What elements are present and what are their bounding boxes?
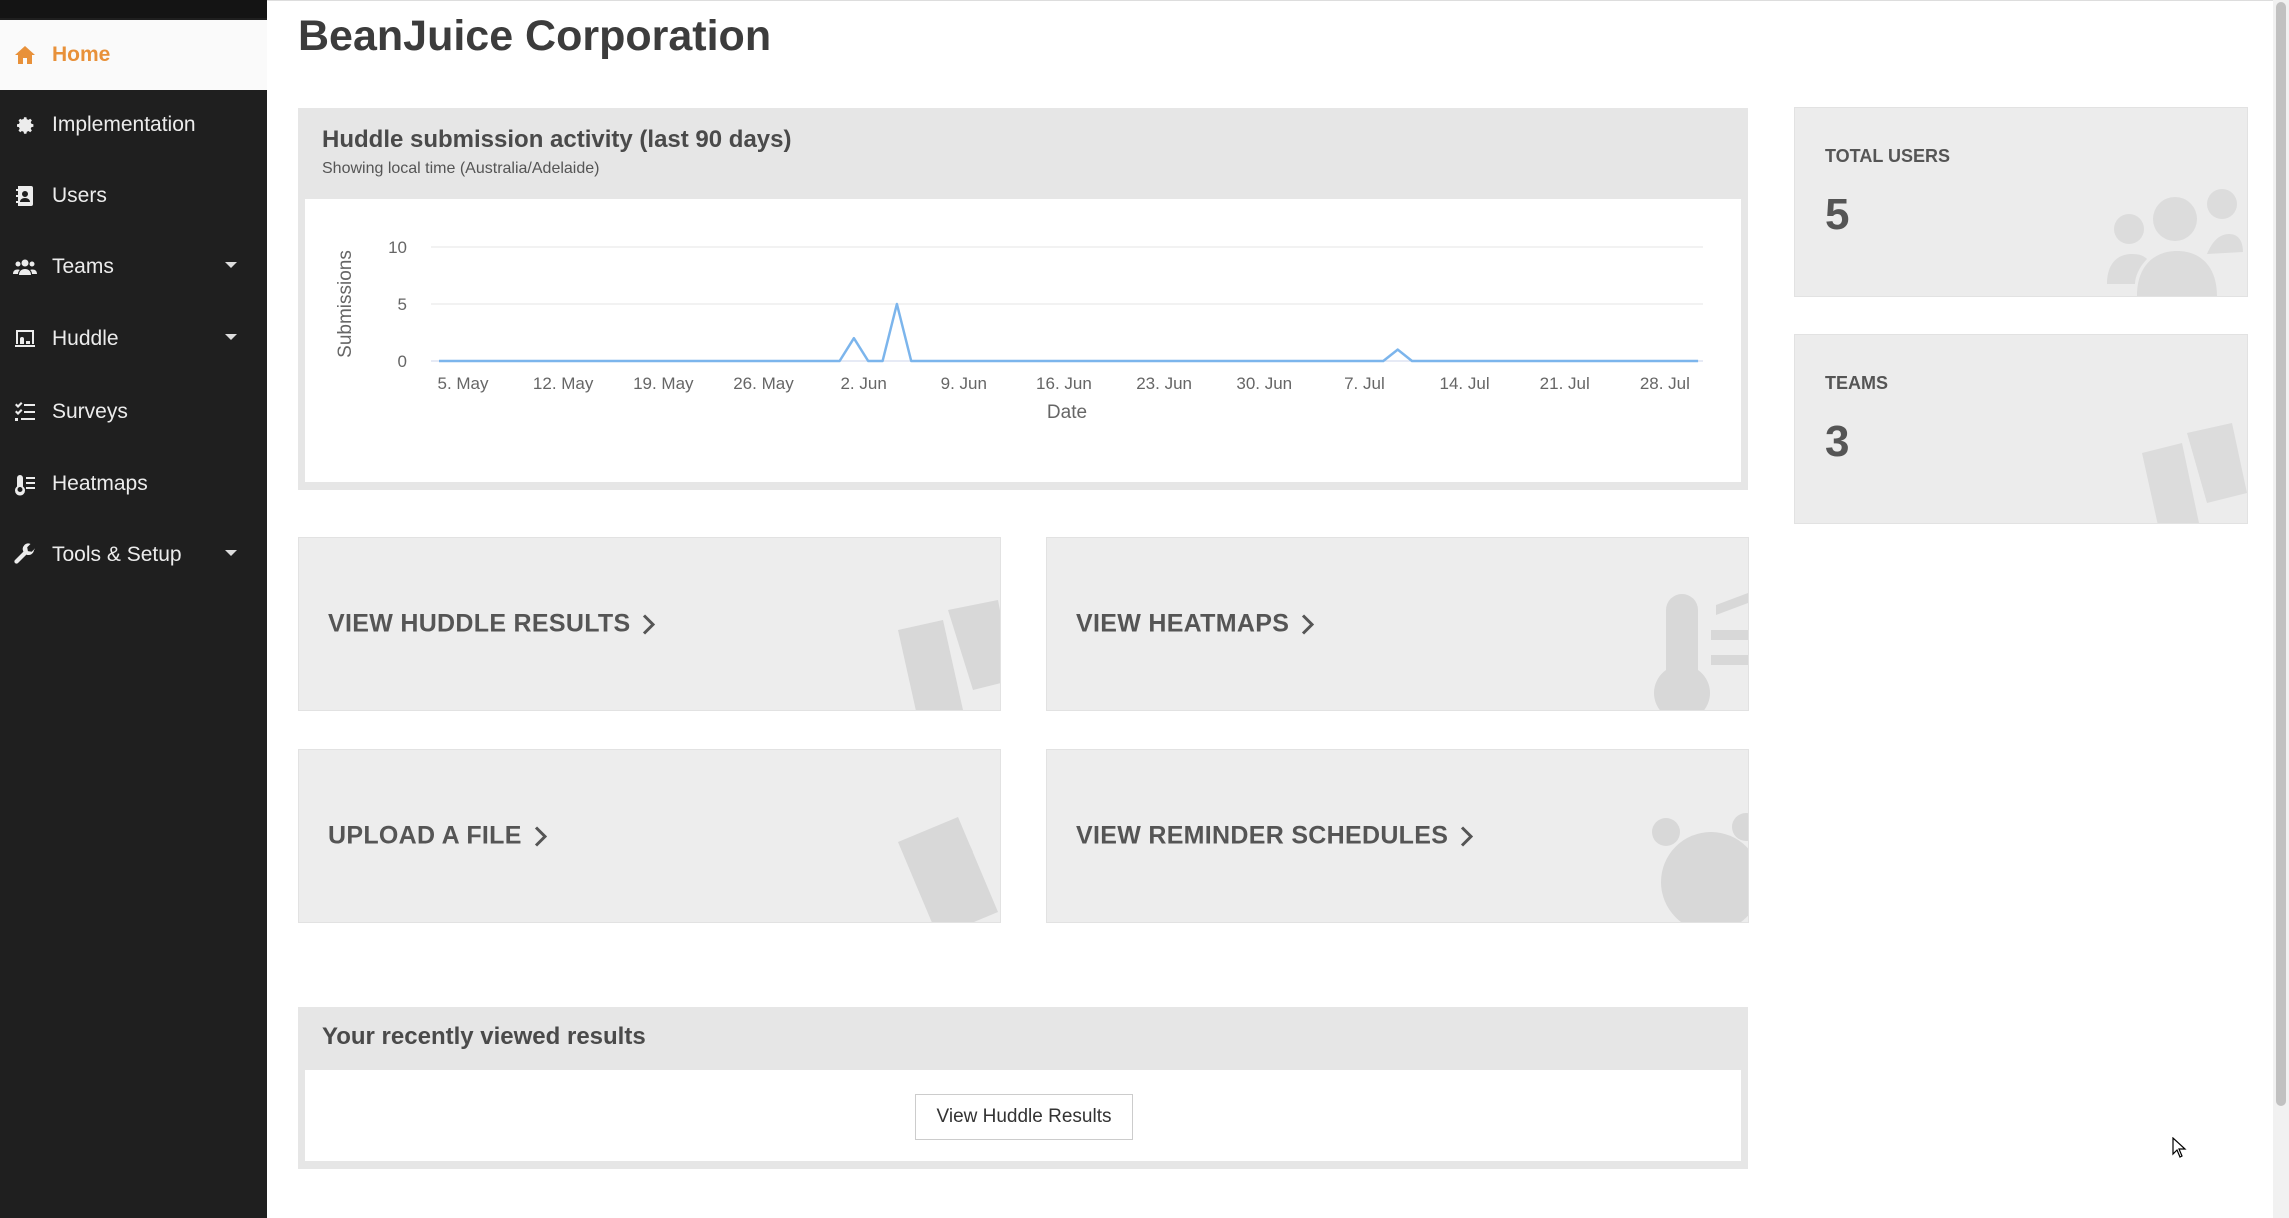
caret-down-icon: [225, 262, 237, 268]
file-icon: [898, 817, 998, 922]
sidebar-item-heatmaps[interactable]: Heatmaps: [0, 449, 267, 519]
chalkboard-icon: [12, 326, 38, 352]
chart-x-tick-label: 26. May: [733, 374, 794, 393]
chevron-right-icon: [534, 825, 547, 847]
top-border: [267, 0, 2289, 1]
sidebar-item-label: Tools & Setup: [52, 543, 182, 566]
mouse-cursor-icon: [2172, 1137, 2187, 1158]
sidebar-item-teams[interactable]: Teams: [0, 232, 267, 302]
total-users-card: TOTAL USERS 5: [1794, 107, 2248, 297]
recent-results-panel: Your recently viewed results View Huddle…: [298, 1007, 1748, 1169]
sidebar-item-label: Huddle: [52, 327, 119, 350]
activity-chart-container: 0 5 10 5. May 12. May 19. May 26. May 2. Jun 9. …: [305, 199, 1741, 482]
gear-icon: [12, 112, 38, 138]
teams-value: 3: [1825, 417, 1850, 466]
activity-panel-subtitle: Showing local time (Australia/Adelaide): [322, 160, 600, 177]
users-icon: [12, 254, 38, 280]
view-huddle-results-button[interactable]: View Huddle Results: [915, 1094, 1133, 1140]
chart-x-tick-label: 30. Jun: [1236, 374, 1292, 393]
activity-chart: 0 5 10 5. May 12. May 19. May 26. May 2. Jun 9. …: [335, 238, 1703, 423]
chart-x-tick-label: 19. May: [633, 374, 694, 393]
chart-x-tick-label: 28. Jul: [1640, 374, 1690, 393]
thermometer-icon: [1654, 593, 1748, 710]
scrollbar[interactable]: [2273, 0, 2289, 1218]
sidebar: Home Implementation Users Teams Huddle S…: [0, 0, 267, 1218]
chart-y-tick-label: 5: [398, 295, 407, 314]
chart-x-tick-label: 2. Jun: [840, 374, 886, 393]
activity-panel: Huddle submission activity (last 90 days…: [298, 108, 1748, 490]
view-reminder-schedules-label: VIEW REMINDER SCHEDULES: [1076, 821, 1449, 850]
scrollbar-thumb[interactable]: [2276, 2, 2286, 1106]
page-title: BeanJuice Corporation: [298, 12, 772, 60]
recent-results-title: Your recently viewed results: [322, 1023, 646, 1050]
total-users-label: TOTAL USERS: [1825, 146, 1951, 166]
chart-x-tick-label: 9. Jun: [941, 374, 987, 393]
address-book-icon: [12, 183, 38, 209]
recent-results-body: View Huddle Results: [305, 1070, 1741, 1161]
wrench-icon: [12, 542, 38, 568]
chart-x-tick-label: 5. May: [437, 374, 489, 393]
chart-x-tick-label: 16. Jun: [1036, 374, 1092, 393]
sidebar-item-tools-setup[interactable]: Tools & Setup: [0, 520, 267, 590]
view-huddle-results-label: VIEW HUDDLE RESULTS: [328, 609, 631, 638]
sidebar-item-home[interactable]: Home: [0, 20, 267, 90]
chart-x-tick-label: 7. Jul: [1344, 374, 1385, 393]
home-icon: [12, 42, 38, 68]
chart-y-axis-title: Submissions: [335, 250, 356, 358]
sidebar-item-label: Heatmaps: [52, 472, 148, 495]
sidebar-item-label: Implementation: [52, 113, 196, 136]
caret-down-icon: [225, 334, 237, 340]
sidebar-item-label: Teams: [52, 255, 114, 278]
chart-y-tick-label: 10: [388, 238, 407, 257]
chevron-right-icon: [1302, 613, 1315, 635]
list-check-icon: [12, 399, 38, 425]
upload-file-card[interactable]: UPLOAD A FILE: [298, 749, 1001, 923]
total-users-value: 5: [1825, 190, 1850, 239]
activity-panel-title: Huddle submission activity (last 90 days…: [322, 126, 792, 153]
upload-file-label: UPLOAD A FILE: [328, 821, 522, 850]
view-heatmaps-card[interactable]: VIEW HEATMAPS: [1046, 537, 1749, 711]
users-icon: [2107, 189, 2243, 296]
alarm-clock-icon: [1652, 813, 1748, 922]
caret-down-icon: [225, 550, 237, 556]
sidebar-item-users[interactable]: Users: [0, 161, 267, 231]
view-reminder-schedules-card[interactable]: VIEW REMINDER SCHEDULES: [1046, 749, 1749, 923]
sidebar-item-huddle[interactable]: Huddle: [0, 304, 267, 374]
sidebar-item-label: Users: [52, 184, 107, 207]
chart-x-tick-label: 14. Jul: [1440, 374, 1490, 393]
thermometer-icon: [12, 471, 38, 497]
chart-y-tick-label: 0: [398, 352, 407, 371]
chart-series-line: [439, 302, 1699, 363]
view-heatmaps-label: VIEW HEATMAPS: [1076, 609, 1290, 638]
sidebar-item-surveys[interactable]: Surveys: [0, 377, 267, 447]
chart-x-tick-label: 23. Jun: [1136, 374, 1192, 393]
chart-x-tick-label: 12. May: [533, 374, 594, 393]
sidebar-item-implementation[interactable]: Implementation: [0, 90, 267, 160]
comments-icon: [2142, 423, 2247, 523]
chevron-right-icon: [643, 613, 656, 635]
view-huddle-results-card[interactable]: VIEW HUDDLE RESULTS: [298, 537, 1001, 711]
sidebar-topbar: [0, 0, 267, 18]
teams-card: TEAMS 3: [1794, 334, 2248, 524]
sidebar-item-label: Home: [52, 43, 111, 66]
sidebar-item-label: Surveys: [52, 400, 128, 423]
chevron-right-icon: [1461, 825, 1474, 847]
chart-x-axis-title: Date: [1047, 402, 1087, 423]
comments-icon: [898, 600, 1000, 710]
teams-label: TEAMS: [1825, 373, 1888, 393]
chart-x-tick-label: 21. Jul: [1540, 374, 1590, 393]
